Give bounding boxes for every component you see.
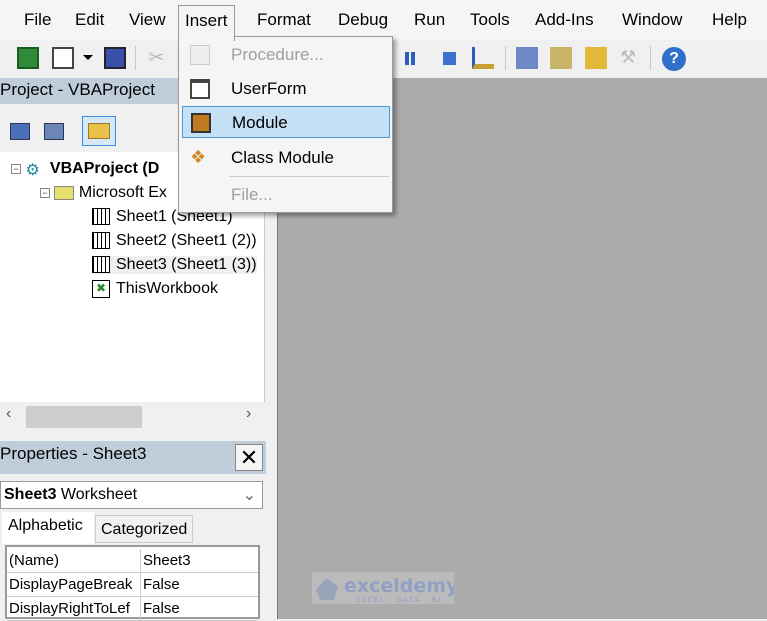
toolbox-icon[interactable]: ⚒	[620, 47, 642, 69]
worksheet-icon	[92, 256, 110, 274]
design-mode-icon[interactable]	[472, 47, 494, 69]
folder-icon	[88, 123, 110, 139]
menu-item-module[interactable]: Module	[182, 106, 390, 138]
exceldemy-watermark-logo: exceldemy EXCEL · DATA · BI	[312, 572, 459, 604]
procedure-icon	[190, 45, 210, 65]
svg-text:EXCEL · DATA · BI: EXCEL · DATA · BI	[356, 596, 442, 604]
tab-alphabetic[interactable]: Alphabetic	[2, 512, 94, 544]
tree-node-sheet3[interactable]: Sheet3 (Sheet1 (3))	[92, 256, 257, 274]
menu-add-ins[interactable]: Add-Ins	[535, 10, 594, 30]
menu-tools[interactable]: Tools	[470, 10, 510, 30]
tree-node-thisworkbook[interactable]: ✖ ThisWorkbook	[92, 280, 218, 298]
menu-edit[interactable]: Edit	[75, 10, 104, 30]
menu-debug[interactable]: Debug	[338, 10, 388, 30]
tree-horizontal-scrollbar[interactable]: ‹ ›	[0, 402, 265, 428]
userform-icon	[190, 79, 210, 99]
object-selector[interactable]: Sheet3 Worksheet ⌄	[0, 481, 263, 509]
reset-icon[interactable]	[443, 52, 456, 65]
collapse-icon[interactable]: −	[40, 187, 50, 198]
menu-item-userform[interactable]: UserForm	[182, 73, 390, 105]
dropdown-arrow-icon[interactable]	[83, 55, 93, 65]
worksheet-icon	[92, 208, 110, 226]
properties-grid: (Name) Sheet3 DisplayPageBreak False Displ…	[5, 545, 260, 621]
menu-window[interactable]: Window	[622, 10, 682, 30]
save-icon[interactable]	[104, 47, 126, 69]
collapse-icon[interactable]: −	[11, 164, 21, 174]
view-object-icon[interactable]	[44, 123, 64, 140]
menu-help[interactable]: Help	[712, 10, 747, 30]
property-row[interactable]: (Name) Sheet3	[7, 549, 258, 573]
insert-userform-icon[interactable]	[52, 47, 74, 69]
menu-item-class-module[interactable]: ❖ Class Module	[182, 142, 390, 174]
break-icon[interactable]	[405, 52, 415, 65]
menu-bar: File Edit View Insert Format Debug Run T…	[0, 0, 767, 41]
tree-node-sheet2[interactable]: Sheet2 (Sheet1 (2))	[92, 232, 257, 250]
scroll-right-icon[interactable]: ›	[246, 405, 251, 423]
tab-categorized[interactable]: Categorized	[95, 515, 193, 543]
menu-run[interactable]: Run	[414, 10, 445, 30]
menu-view[interactable]: View	[129, 10, 166, 30]
tree-node-vbaproject[interactable]: − ⚙ VBAProject (D	[11, 160, 159, 179]
property-row[interactable]: DisplayRightToLef False	[7, 597, 258, 621]
view-code-icon[interactable]	[10, 123, 30, 140]
property-row[interactable]: DisplayPageBreak False	[7, 573, 258, 597]
excel-icon[interactable]	[17, 47, 39, 69]
worksheet-icon	[92, 232, 110, 250]
menu-file[interactable]: File	[24, 10, 51, 30]
object-browser-icon[interactable]	[585, 47, 607, 69]
chevron-down-icon: ⌄	[242, 487, 256, 504]
cut-icon[interactable]: ✂	[148, 47, 170, 69]
class-module-icon: ❖	[190, 147, 207, 167]
help-icon[interactable]: ?	[662, 47, 686, 71]
menu-format[interactable]: Format	[257, 10, 311, 30]
properties-window-icon[interactable]	[550, 47, 572, 69]
module-icon	[191, 113, 211, 133]
toggle-folders-button[interactable]	[82, 116, 116, 146]
vbaproject-icon: ⚙	[25, 162, 40, 179]
workbook-icon: ✖	[92, 280, 110, 298]
menu-item-file[interactable]: File...	[182, 179, 390, 211]
properties-pane-title: Properties - Sheet3	[0, 441, 266, 474]
menu-separator	[229, 176, 389, 177]
tree-node-objects-folder[interactable]: − Microsoft Ex	[40, 184, 167, 202]
folder-icon	[54, 185, 75, 200]
close-properties-button[interactable]: ✕	[235, 444, 263, 471]
project-explorer-icon[interactable]	[516, 47, 538, 69]
scroll-left-icon[interactable]: ‹	[6, 405, 11, 423]
watermark-graphic: exceldemyEXCEL · DATA · BI	[316, 575, 459, 604]
close-icon: ✕	[239, 445, 259, 470]
insert-dropdown-menu: Procedure... UserForm Module ❖ Class Modu…	[178, 36, 393, 213]
scroll-thumb[interactable]	[26, 406, 142, 428]
menu-insert[interactable]: Insert	[178, 5, 235, 41]
menu-item-procedure[interactable]: Procedure...	[182, 39, 390, 71]
svg-text:exceldemy: exceldemy	[344, 575, 454, 597]
